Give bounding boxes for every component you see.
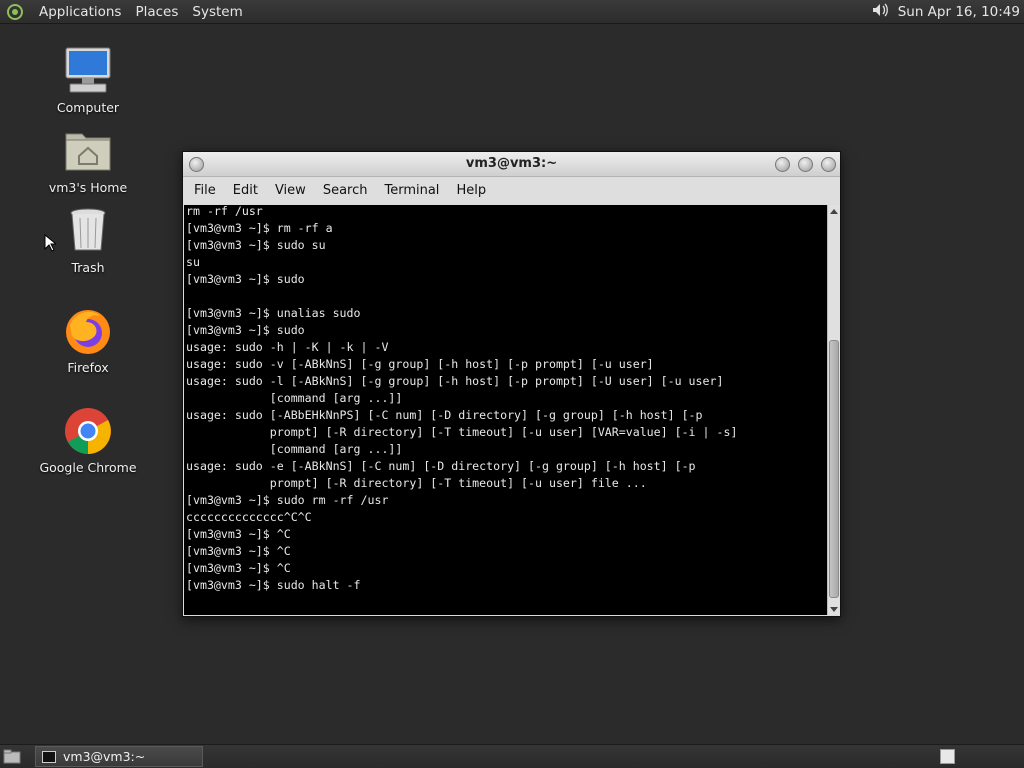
clock[interactable]: Sun Apr 16, 10:49 <box>898 4 1020 20</box>
desktop-icon-home[interactable]: vm3's Home <box>33 126 143 195</box>
terminal-line: [vm3@vm3 ~]$ ^C <box>186 544 291 558</box>
scroll-down-arrow-icon[interactable] <box>830 607 838 612</box>
terminal-line: [vm3@vm3 ~]$ unalias sudo <box>186 306 361 320</box>
desktop-icon-label: Trash <box>71 260 105 275</box>
window-titlebar[interactable]: vm3@vm3:~ <box>183 152 840 177</box>
terminal-line: prompt] [-R directory] [-T timeout] [-u … <box>186 476 647 490</box>
terminal-line: [vm3@vm3 ~]$ sudo su <box>186 238 326 252</box>
terminal-line: [vm3@vm3 ~]$ rm -rf a <box>186 221 333 235</box>
chrome-icon <box>62 406 114 458</box>
terminal-line: usage: sudo -l [-ABkNnS] [-g group] [-h … <box>186 374 724 388</box>
terminal-line: [vm3@vm3 ~]$ ^C <box>186 527 291 541</box>
distro-logo-icon[interactable] <box>6 3 24 21</box>
maximize-button[interactable] <box>798 157 813 172</box>
terminal-line: [vm3@vm3 ~]$ ^C <box>186 561 291 575</box>
places-menu[interactable]: Places <box>128 0 185 24</box>
desktop-icon-label: Google Chrome <box>39 460 137 475</box>
terminal-window[interactable]: vm3@vm3:~ File Edit View Search Terminal… <box>182 151 841 617</box>
desktop-icon-computer[interactable]: Computer <box>33 46 143 115</box>
firefox-icon <box>62 306 114 358</box>
terminal-line: usage: sudo -v [-ABkNnS] [-g group] [-h … <box>186 357 654 371</box>
workspace-switcher[interactable] <box>940 749 955 764</box>
menu-search[interactable]: Search <box>316 178 375 204</box>
terminal-icon <box>42 750 56 763</box>
close-button[interactable] <box>821 157 836 172</box>
terminal-menubar: File Edit View Search Terminal Help <box>183 178 840 204</box>
scrollbar-thumb[interactable] <box>829 340 839 598</box>
home-folder-icon <box>62 126 114 178</box>
terminal-line: [vm3@vm3 ~]$ sudo halt -f <box>186 578 361 592</box>
terminal-line: prompt] [-R directory] [-T timeout] [-u … <box>186 425 738 439</box>
terminal-line: [vm3@vm3 ~]$ sudo <box>186 272 305 286</box>
menu-edit[interactable]: Edit <box>226 178 265 204</box>
terminal-line: usage: sudo -h | -K | -k | -V <box>186 340 389 354</box>
desktop-icon-firefox[interactable]: Firefox <box>33 306 143 375</box>
mouse-cursor-icon <box>44 233 58 256</box>
taskbar-window-label: vm3@vm3:~ <box>63 749 146 764</box>
terminal-line: [command [arg ...]] <box>186 391 403 405</box>
top-panel: Applications Places System Sun Apr 16, 1… <box>0 0 1024 24</box>
show-desktop-icon[interactable] <box>3 749 21 764</box>
taskbar-window-button[interactable]: vm3@vm3:~ <box>35 746 203 767</box>
scroll-up-arrow-icon[interactable] <box>830 209 838 214</box>
terminal-line: usage: sudo [-ABbEHkNnPS] [-C num] [-D d… <box>186 408 703 422</box>
desktop-icon-label: Firefox <box>67 360 109 375</box>
terminal-text: rm -rf /usr [vm3@vm3 ~]$ rm -rf a [vm3@vm3… <box>184 205 827 594</box>
menu-file[interactable]: File <box>187 178 223 204</box>
applications-menu[interactable]: Applications <box>32 0 128 24</box>
desktop-icon-label: Computer <box>56 100 120 115</box>
terminal-output[interactable]: rm -rf /usr [vm3@vm3 ~]$ rm -rf a [vm3@vm3… <box>184 205 827 615</box>
terminal-line: su <box>186 255 200 269</box>
terminal-line: [vm3@vm3 ~]$ sudo rm -rf /usr <box>186 493 389 507</box>
terminal-line: [command [arg ...]] <box>186 442 403 456</box>
system-menu[interactable]: System <box>185 0 249 24</box>
computer-icon <box>62 46 114 98</box>
trash-icon <box>62 206 114 258</box>
desktop-icon-label: vm3's Home <box>48 180 128 195</box>
window-title: vm3@vm3:~ <box>465 156 558 171</box>
desktop-icon-chrome[interactable]: Google Chrome <box>33 406 143 475</box>
terminal-line: usage: sudo -e [-ABkNnS] [-C num] [-D di… <box>186 459 696 473</box>
terminal-scrollbar[interactable] <box>827 205 840 615</box>
volume-icon[interactable] <box>870 0 890 24</box>
terminal-line: rm -rf /usr <box>186 205 263 218</box>
menu-terminal[interactable]: Terminal <box>377 178 446 204</box>
menu-help[interactable]: Help <box>449 178 493 204</box>
terminal-line: cccccccccccccc^C^C <box>186 510 312 524</box>
bottom-panel: vm3@vm3:~ <box>0 744 1024 768</box>
menu-view[interactable]: View <box>268 178 313 204</box>
minimize-button[interactable] <box>775 157 790 172</box>
terminal-line: [vm3@vm3 ~]$ sudo <box>186 323 305 337</box>
